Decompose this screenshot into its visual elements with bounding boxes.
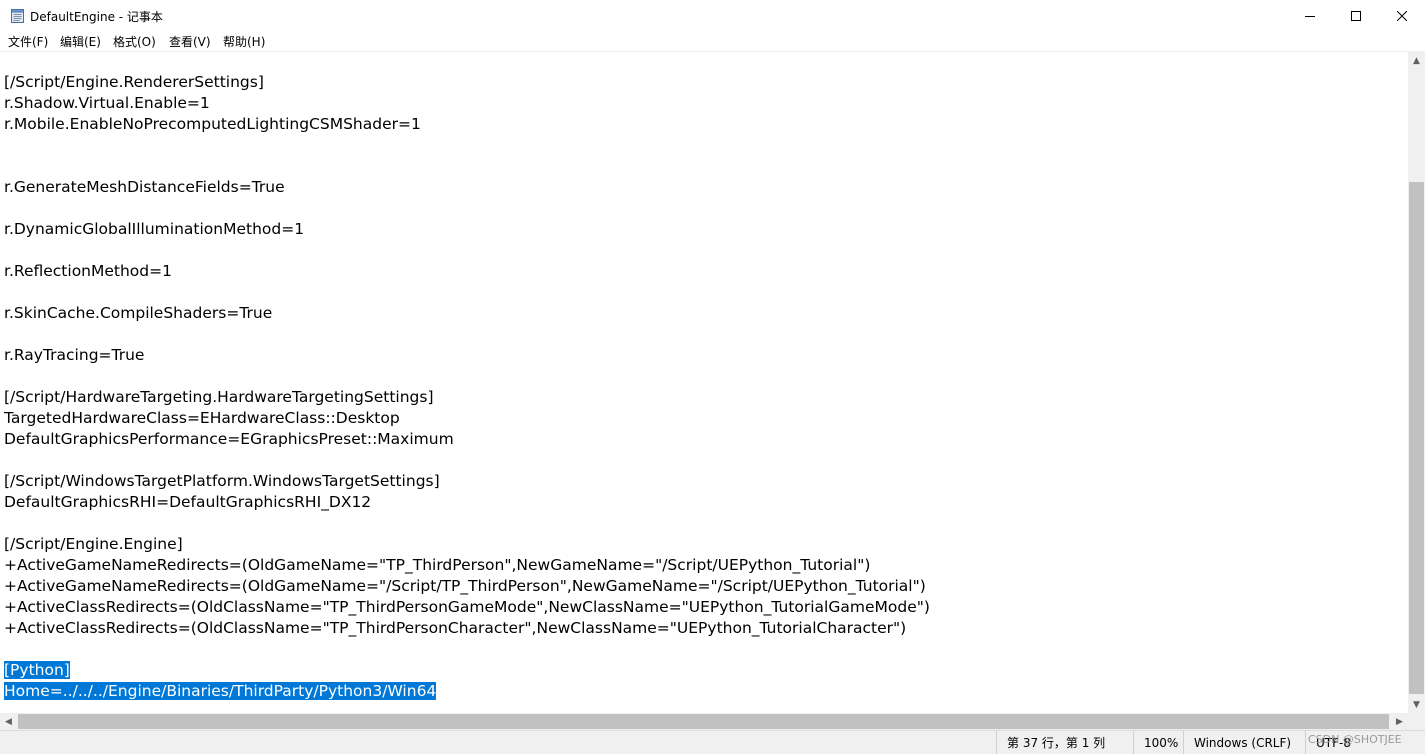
title-bar: DefaultEngine - 记事本 [0,0,1425,31]
editor-line: [/Script/Engine.RendererSettings] [4,73,264,91]
menu-format[interactable]: 格式(O) [113,33,156,50]
editor-line: TargetedHardwareClass=EHardwareClass::De… [4,409,400,427]
maximize-icon [1351,10,1361,21]
editor-line: +ActiveClassRedirects=(OldClassName="TP_… [4,598,930,616]
editor-line: [Python] [4,660,930,681]
editor-line: r.Mobile.EnableNoPrecomputedLightingCSMS… [4,115,421,133]
menu-bar: 文件(F) 编辑(E) 格式(O) 查看(V) 帮助(H) [0,31,1425,52]
text-editor[interactable]: [/Script/Engine.RendererSettings] r.Shado… [0,52,1408,713]
minimize-icon [1305,15,1315,17]
minimize-button[interactable] [1287,0,1333,31]
maximize-button[interactable] [1333,0,1379,31]
scroll-down-arrow-icon[interactable]: ▼ [1408,696,1425,713]
editor-line: +ActiveGameNameRedirects=(OldGameName="/… [4,577,926,595]
editor-line: [/Script/WindowsTargetPlatform.WindowsTa… [4,472,440,490]
editor-content: [/Script/Engine.RendererSettings] r.Shado… [4,72,930,702]
editor-line: r.SkinCache.CompileShaders=True [4,304,273,322]
vertical-scroll-thumb[interactable] [1409,182,1424,694]
notepad-icon [11,9,24,23]
scroll-up-arrow-icon[interactable]: ▲ [1408,52,1425,69]
menu-view[interactable]: 查看(V) [169,33,211,50]
close-button[interactable] [1379,0,1425,31]
selected-text: Home=../../../Engine/Binaries/ThirdParty… [4,682,437,700]
editor-line: r.GenerateMeshDistanceFields=True [4,178,285,196]
status-bar: 第 37 行，第 1 列 100% Windows (CRLF) UTF-8 [0,730,1425,754]
scroll-left-arrow-icon[interactable]: ◀ [0,713,17,730]
editor-line: r.DynamicGlobalIlluminationMethod=1 [4,220,305,238]
editor-line: r.ReflectionMethod=1 [4,262,172,280]
editor-line: +ActiveGameNameRedirects=(OldGameName="T… [4,556,871,574]
status-line-ending: Windows (CRLF) [1183,731,1305,754]
status-zoom: 100% [1133,731,1183,754]
horizontal-scrollbar[interactable]: ◀ ▶ [0,713,1408,730]
editor-line: [/Script/Engine.Engine] [4,535,183,553]
menu-edit[interactable]: 编辑(E) [60,33,101,50]
editor-line: DefaultGraphicsRHI=DefaultGraphicsRHI_DX… [4,493,372,511]
vertical-scrollbar[interactable]: ▲ ▼ [1408,52,1425,713]
watermark-text: CSDN @SHOTJEE [1308,733,1402,746]
status-cursor-position: 第 37 行，第 1 列 [996,731,1130,754]
horizontal-scroll-thumb[interactable] [18,714,1389,729]
scrollbar-corner [1408,713,1425,730]
selected-text: [Python] [4,661,70,679]
scroll-right-arrow-icon[interactable]: ▶ [1391,713,1408,730]
menu-help[interactable]: 帮助(H) [223,33,265,50]
editor-line: [/Script/HardwareTargeting.HardwareTarge… [4,388,434,406]
editor-line: DefaultGraphicsPerformance=EGraphicsPres… [4,430,454,448]
editor-line: r.RayTracing=True [4,346,145,364]
editor-line: r.Shadow.Virtual.Enable=1 [4,94,210,112]
window-title: DefaultEngine - 记事本 [30,10,163,24]
close-icon [1397,10,1407,21]
editor-line: +ActiveClassRedirects=(OldClassName="TP_… [4,619,907,637]
menu-file[interactable]: 文件(F) [8,33,48,50]
editor-line: Home=../../../Engine/Binaries/ThirdParty… [4,681,930,702]
